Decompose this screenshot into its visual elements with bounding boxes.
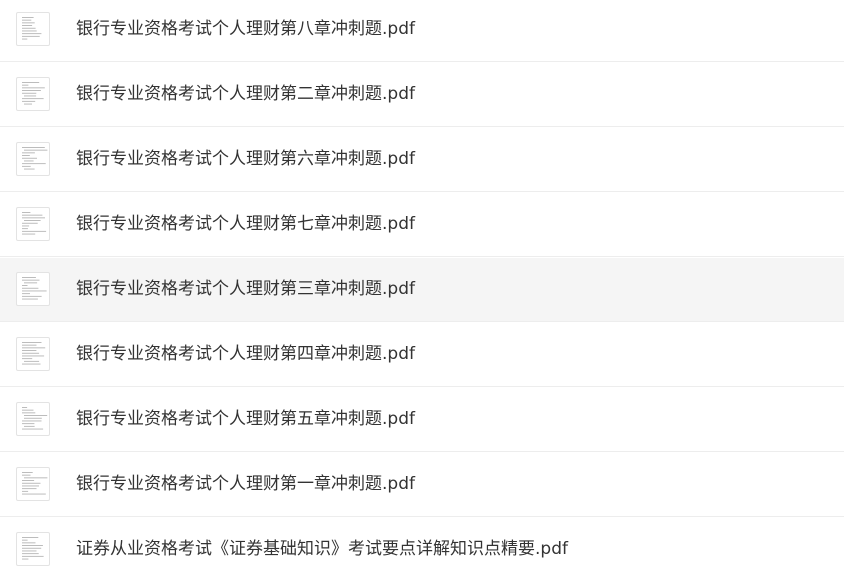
pdf-page-thumbnail-icon [16,532,50,566]
pdf-page-thumbnail-icon [16,77,50,111]
file-row[interactable]: 银行专业资格考试个人理财第八章冲刺题.pdf [0,0,844,62]
file-row[interactable]: 银行专业资格考试个人理财第三章冲刺题.pdf [0,258,844,322]
file-name: 银行专业资格考试个人理财第二章冲刺题.pdf [76,84,415,104]
pdf-page-thumbnail-icon [16,207,50,241]
pdf-page-thumbnail-icon [16,12,50,46]
file-name: 银行专业资格考试个人理财第一章冲刺题.pdf [76,474,415,494]
file-list: 银行专业资格考试个人理财第八章冲刺题.pdf 银行专业资格考试个人理财第二章冲刺… [0,0,844,579]
file-row[interactable]: 银行专业资格考试个人理财第五章冲刺题.pdf [0,388,844,452]
file-row[interactable]: 银行专业资格考试个人理财第四章冲刺题.pdf [0,323,844,387]
file-row[interactable]: 银行专业资格考试个人理财第六章冲刺题.pdf [0,128,844,192]
file-name: 银行专业资格考试个人理财第五章冲刺题.pdf [76,409,415,429]
file-name: 银行专业资格考试个人理财第三章冲刺题.pdf [76,279,415,299]
pdf-page-thumbnail-icon [16,467,50,501]
file-name: 银行专业资格考试个人理财第四章冲刺题.pdf [76,344,415,364]
file-name: 证券从业资格考试《证券基础知识》考试要点详解知识点精要.pdf [76,539,568,559]
file-row[interactable]: 银行专业资格考试个人理财第一章冲刺题.pdf [0,453,844,517]
file-row[interactable]: 证券从业资格考试《证券基础知识》考试要点详解知识点精要.pdf [0,518,844,579]
pdf-page-thumbnail-icon [16,402,50,436]
file-row[interactable]: 银行专业资格考试个人理财第七章冲刺题.pdf [0,193,844,257]
file-name: 银行专业资格考试个人理财第七章冲刺题.pdf [76,214,415,234]
pdf-page-thumbnail-icon [16,337,50,371]
file-name: 银行专业资格考试个人理财第六章冲刺题.pdf [76,149,415,169]
file-row[interactable]: 银行专业资格考试个人理财第二章冲刺题.pdf [0,63,844,127]
file-name: 银行专业资格考试个人理财第八章冲刺题.pdf [76,19,415,39]
pdf-page-thumbnail-icon [16,272,50,306]
pdf-page-thumbnail-icon [16,142,50,176]
